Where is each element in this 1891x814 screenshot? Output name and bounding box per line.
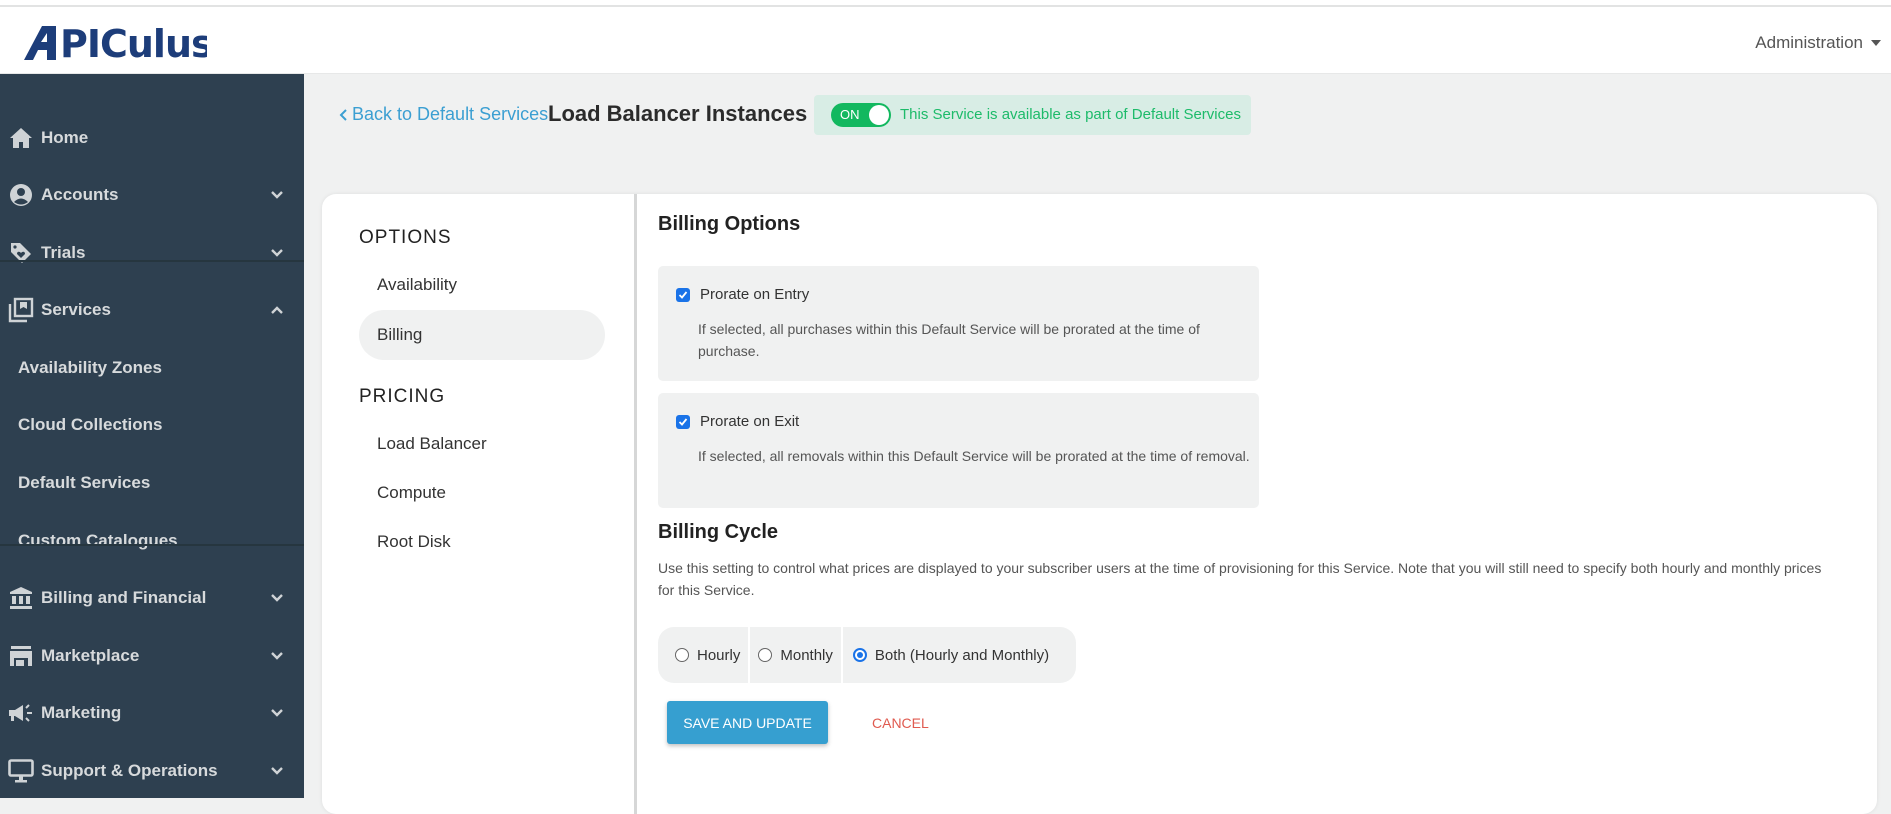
- prorate-entry-description: If selected, all purchases within this D…: [698, 318, 1258, 362]
- radio-selected-icon: [853, 648, 867, 662]
- availability-text: This Service is available as part of Def…: [900, 106, 1241, 123]
- chevron-down-icon: [270, 188, 284, 202]
- billing-cycle-monthly-radio[interactable]: Monthly: [750, 627, 843, 683]
- megaphone-icon: [8, 700, 34, 726]
- availability-toggle[interactable]: ON: [831, 103, 891, 127]
- sidebar-item-marketing[interactable]: Marketing: [0, 689, 304, 737]
- options-nav: OPTIONS Availability Billing PRICING Loa…: [322, 194, 637, 814]
- service-settings-card: OPTIONS Availability Billing PRICING Loa…: [322, 194, 1877, 814]
- monitor-icon: [8, 758, 34, 784]
- sidebar-item-label: Marketing: [41, 703, 121, 723]
- pricing-nav-label: Root Disk: [377, 532, 451, 552]
- sidebar-subitem-label: Custom Catalogues: [18, 531, 178, 551]
- pricing-nav-label: Compute: [377, 483, 446, 503]
- top-header: PICulus Administration: [0, 7, 1891, 74]
- sidebar-item-label: Support & Operations: [41, 761, 218, 781]
- pricing-heading: PRICING: [359, 386, 445, 408]
- sidebar-item-label: Accounts: [41, 185, 118, 205]
- options-heading: OPTIONS: [359, 227, 452, 249]
- apiculus-logo[interactable]: PICulus: [22, 17, 207, 67]
- bank-icon: [8, 585, 34, 611]
- billing-cycle-both-radio[interactable]: Both (Hourly and Monthly): [843, 627, 1057, 683]
- prorate-entry-checkbox[interactable]: Prorate on Entry: [676, 286, 809, 303]
- sidebar-subitem-cloud-collections[interactable]: Cloud Collections: [0, 401, 304, 449]
- pricing-nav-load-balancer[interactable]: Load Balancer: [359, 419, 605, 469]
- sidebar-subitem-custom-catalogues[interactable]: Custom Catalogues: [0, 517, 304, 565]
- prorate-entry-label: Prorate on Entry: [700, 286, 809, 303]
- svg-text:PICulus: PICulus: [60, 22, 207, 64]
- sidebar-item-accounts[interactable]: Accounts: [0, 171, 304, 219]
- prorate-exit-label: Prorate on Exit: [700, 413, 799, 430]
- sidebar-subitem-label: Availability Zones: [18, 358, 162, 378]
- sidebar-divider: [0, 544, 304, 546]
- sidebar-subitem-label: Default Services: [18, 473, 150, 493]
- pricing-nav-compute[interactable]: Compute: [359, 468, 605, 518]
- toggle-state-label: ON: [840, 107, 860, 122]
- options-nav-billing[interactable]: Billing: [359, 310, 605, 360]
- toggle-knob: [869, 105, 889, 125]
- sidebar-subitem-label: Cloud Collections: [18, 415, 163, 435]
- radio-unselected-icon: [675, 648, 689, 662]
- sidebar-subitem-availability-zones[interactable]: Availability Zones: [0, 344, 304, 392]
- sidebar-item-label: Services: [41, 300, 111, 320]
- sidebar-item-label: Billing and Financial: [41, 588, 206, 608]
- radio-label: Monthly: [780, 647, 833, 664]
- pricing-nav-root-disk[interactable]: Root Disk: [359, 517, 605, 567]
- chevron-down-icon: [270, 591, 284, 605]
- sidebar-item-support-operations[interactable]: Support & Operations: [0, 747, 304, 795]
- sidebar-subitem-default-services[interactable]: Default Services: [0, 459, 304, 507]
- availability-banner: ON This Service is available as part of …: [814, 95, 1251, 135]
- caret-down-icon: [1871, 40, 1881, 46]
- sidebar-item-services[interactable]: Services: [0, 286, 304, 334]
- billing-cycle-description: Use this setting to control what prices …: [658, 557, 1838, 601]
- pricing-nav-label: Load Balancer: [377, 434, 487, 454]
- chevron-up-icon: [270, 303, 284, 317]
- back-to-default-services-link[interactable]: Back to Default Services: [338, 104, 548, 125]
- account-icon: [8, 182, 34, 208]
- chevron-down-icon: [270, 706, 284, 720]
- sidebar-item-label: Marketplace: [41, 646, 139, 666]
- chevron-down-icon: [270, 764, 284, 778]
- sidebar-divider: [0, 260, 304, 262]
- sidebar: Home Accounts Trials Services Availabili…: [0, 74, 304, 798]
- home-icon: [8, 125, 34, 151]
- sidebar-item-trials[interactable]: Trials: [0, 229, 304, 277]
- store-icon: [8, 643, 34, 669]
- prorate-entry-box: Prorate on Entry If selected, all purcha…: [658, 266, 1259, 381]
- sidebar-item-marketplace[interactable]: Marketplace: [0, 632, 304, 680]
- radio-label: Both (Hourly and Monthly): [875, 647, 1049, 664]
- billing-cycle-radio-group: Hourly Monthly Both (Hourly and Monthly): [658, 627, 1076, 683]
- page-title: Load Balancer Instances: [548, 101, 807, 127]
- checkbox-checked-icon: [676, 415, 690, 429]
- chevron-down-icon: [270, 649, 284, 663]
- logo-wordmark-icon: PICulus: [22, 20, 207, 64]
- sidebar-item-billing-and-financial[interactable]: Billing and Financial: [0, 574, 304, 622]
- tag-heart-icon: [8, 240, 34, 266]
- radio-label: Hourly: [697, 647, 740, 664]
- radio-unselected-icon: [758, 648, 772, 662]
- billing-cycle-heading: Billing Cycle: [658, 521, 778, 544]
- options-nav-label: Billing: [377, 325, 422, 345]
- options-nav-label: Availability: [377, 275, 457, 295]
- billing-cycle-hourly-radio[interactable]: Hourly: [658, 627, 750, 683]
- options-nav-availability[interactable]: Availability: [359, 260, 605, 310]
- prorate-exit-box: Prorate on Exit If selected, all removal…: [658, 393, 1259, 508]
- checkbox-checked-icon: [676, 288, 690, 302]
- sidebar-item-label: Home: [41, 128, 88, 148]
- prorate-exit-checkbox[interactable]: Prorate on Exit: [676, 413, 799, 430]
- save-and-update-button[interactable]: SAVE AND UPDATE: [667, 701, 828, 744]
- top-border: [0, 0, 1891, 7]
- services-icon: [8, 297, 34, 323]
- administration-menu[interactable]: Administration: [1755, 33, 1881, 53]
- back-link-label: Back to Default Services: [352, 104, 548, 125]
- sidebar-item-home[interactable]: Home: [0, 114, 304, 162]
- administration-label: Administration: [1755, 33, 1863, 53]
- chevron-down-icon: [270, 246, 284, 260]
- prorate-exit-description: If selected, all removals within this De…: [698, 445, 1258, 467]
- chevron-left-icon: [338, 108, 348, 122]
- cancel-button[interactable]: CANCEL: [872, 701, 929, 744]
- billing-options-heading: Billing Options: [658, 213, 800, 236]
